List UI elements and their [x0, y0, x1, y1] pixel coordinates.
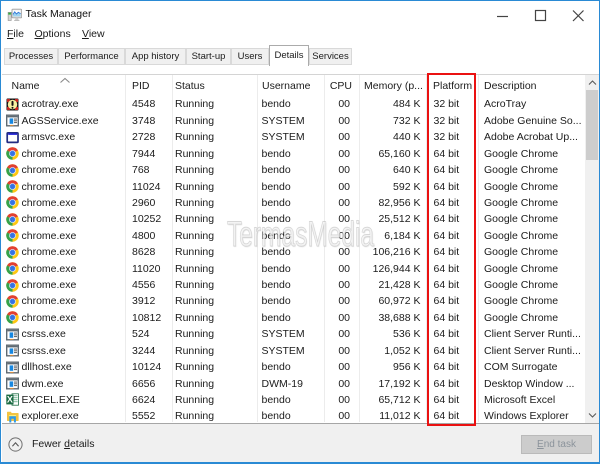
svg-text:X: X — [7, 395, 13, 405]
